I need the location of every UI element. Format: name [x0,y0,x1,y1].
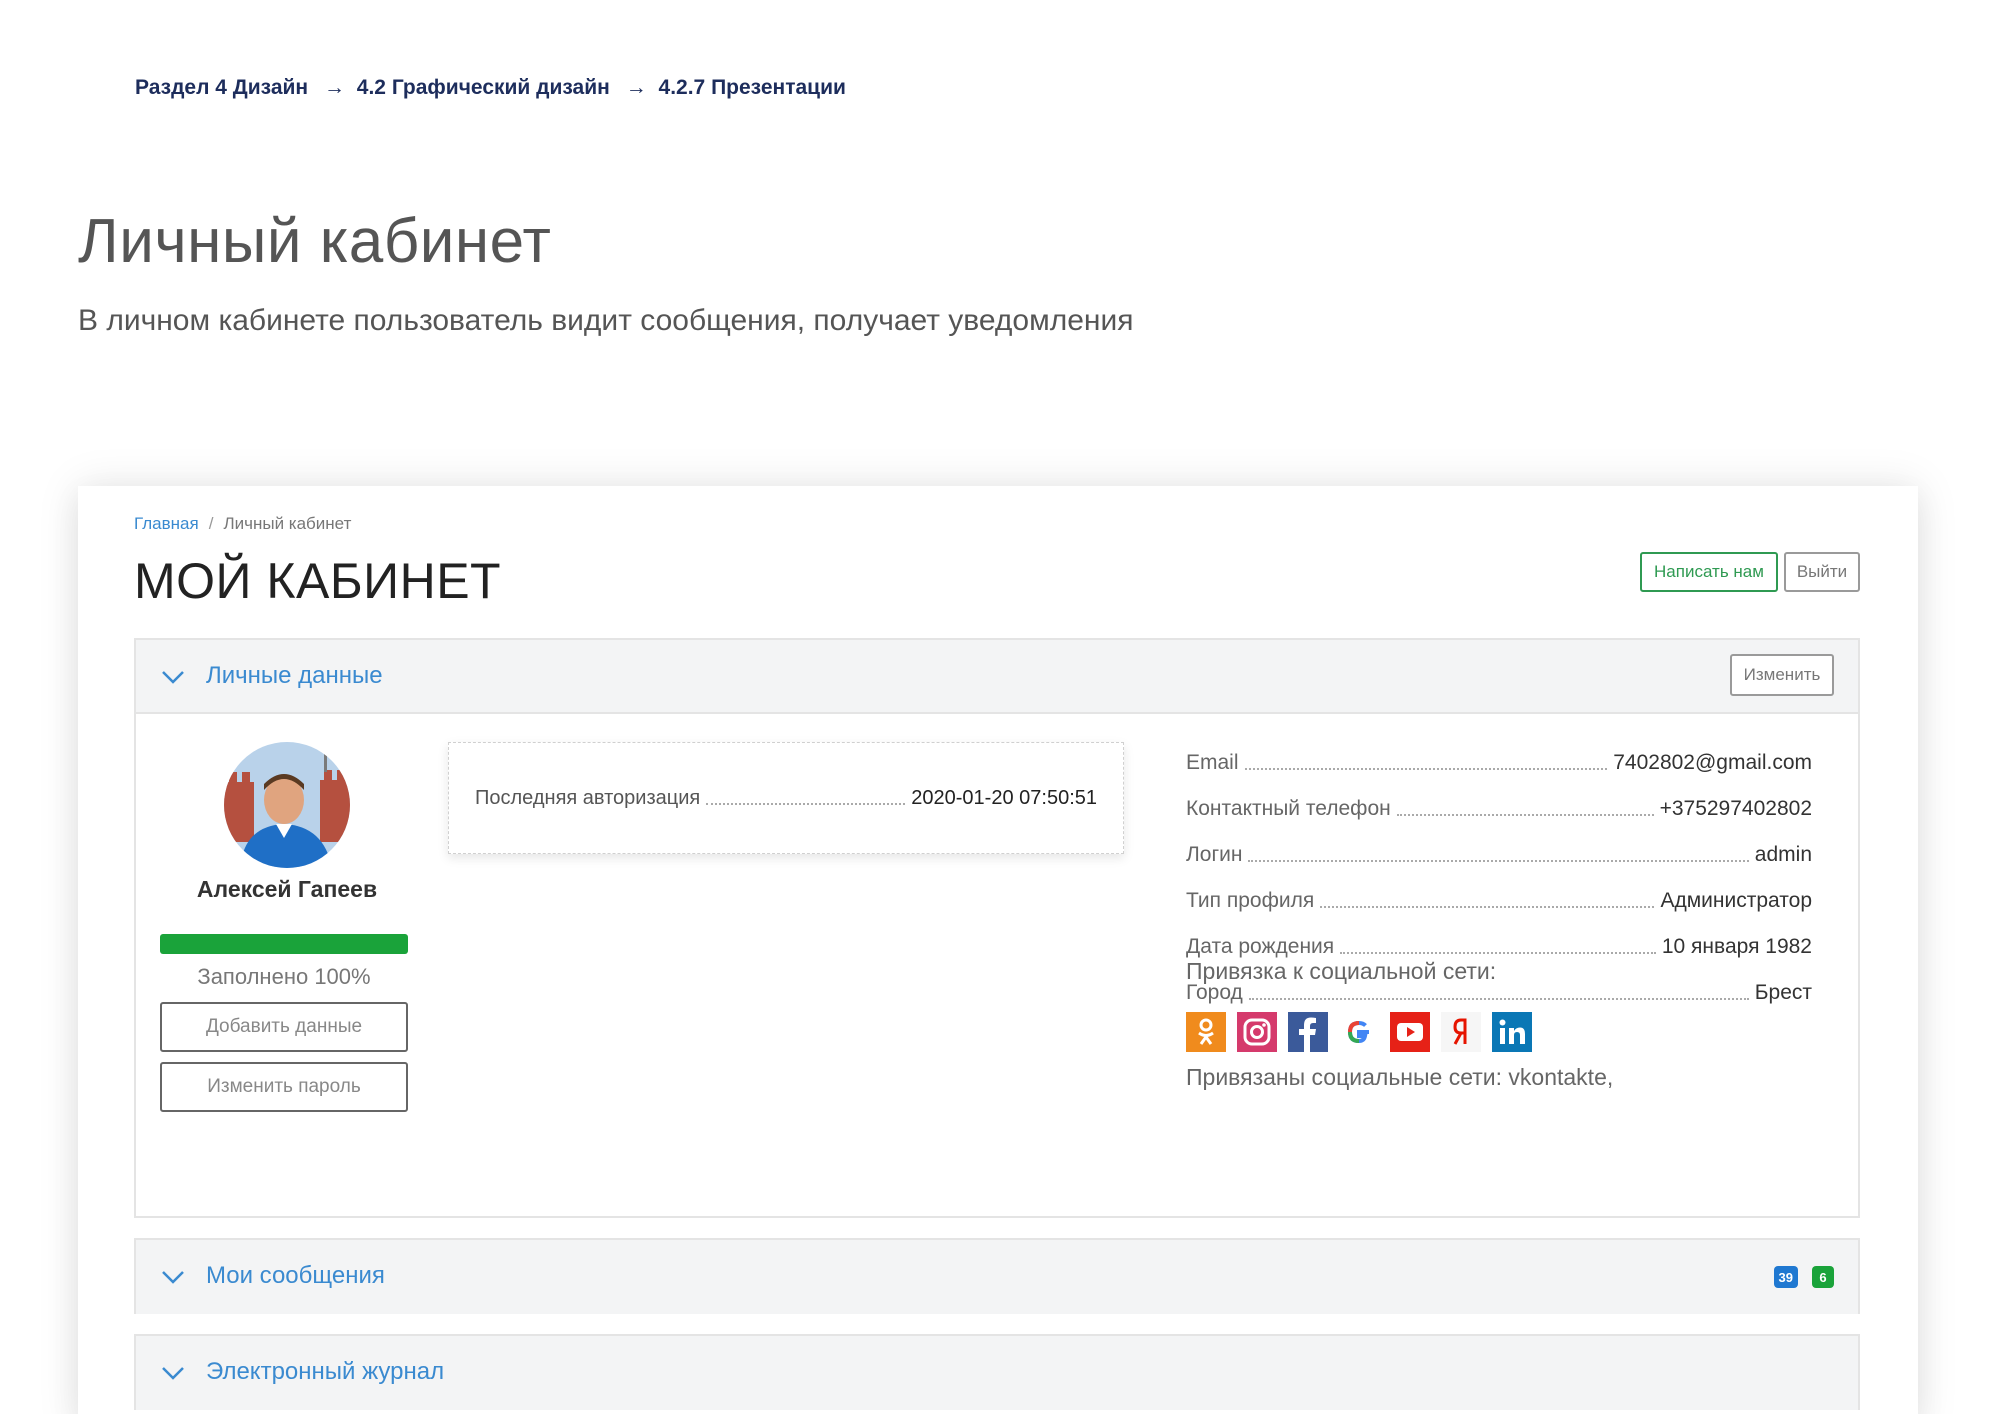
journal-panel: Электронный журнал [134,1334,1860,1410]
messages-header[interactable]: Мои сообщения 39 6 [136,1240,1858,1314]
add-data-button[interactable]: Добавить данные [160,1002,408,1052]
info-label: Email [1186,751,1239,774]
facebook-icon[interactable] [1288,1012,1328,1052]
info-value: admin [1754,843,1812,866]
document-breadcrumb: Раздел 4 Дизайн → 4.2 Графический дизайн… [135,76,846,100]
last-auth-value: 2020-01-20 07:50:51 [911,786,1097,809]
info-value: 7402802@gmail.com [1613,751,1812,774]
linkedin-icon[interactable] [1492,1012,1532,1052]
info-row-login: Логин admin [1186,832,1812,878]
info-value: Администратор [1660,889,1812,912]
info-label: Логин [1186,843,1243,866]
profile-progress-bar [160,934,408,954]
info-label: Контактный телефон [1186,797,1391,820]
edit-button[interactable]: Изменить [1730,654,1834,696]
linked-networks-text: Привязаны социальные сети: vkontakte, [1186,1064,1614,1090]
chevron-down-icon [162,671,184,684]
breadcrumb-separator: / [208,514,214,533]
google-icon[interactable] [1339,1012,1379,1052]
odnoklassniki-icon[interactable] [1186,1012,1226,1052]
message-badges: 39 6 [1773,1266,1834,1288]
messages-panel: Мои сообщения 39 6 [134,1238,1860,1314]
personal-data-title: Личные данные [206,662,383,689]
dotted-leader [1248,998,1749,1000]
cabinet-title: МОЙ КАБИНЕТ [134,553,502,609]
journal-title: Электронный журнал [206,1358,445,1385]
avatar [224,742,350,868]
info-label: Дата рождения [1186,935,1335,958]
info-row-phone: Контактный телефон +375297402802 [1186,786,1812,832]
dotted-leader [706,803,906,805]
personal-data-panel: Личные данные Изменить Алексей Гапеев За… [134,638,1860,1218]
chevron-down-icon [162,1271,184,1284]
unread-count-badge: 39 [1773,1266,1798,1288]
social-icons [1186,1012,1532,1052]
cabinet-screen: Главная / Личный кабинет МОЙ КАБИНЕТ Напис… [78,486,1918,1414]
youtube-icon[interactable] [1390,1012,1430,1052]
chevron-down-icon [162,1367,184,1380]
dotted-leader [1396,814,1654,816]
dotted-leader [1320,906,1655,908]
info-row-email: Email 7402802@gmail.com [1186,740,1812,786]
progress-fill [160,934,408,954]
yandex-icon[interactable] [1441,1012,1481,1052]
last-auth-label: Последняя авторизация [475,786,701,809]
last-auth-card: Последняя авторизация 2020-01-20 07:50:5… [448,742,1124,854]
page-title: Личный кабинет [78,207,552,276]
breadcrumb-current: Личный кабинет [223,514,352,533]
instagram-icon[interactable] [1237,1012,1277,1052]
info-value: +375297402802 [1659,797,1812,820]
info-value: Брест [1754,981,1812,1004]
journal-header[interactable]: Электронный журнал [136,1336,1858,1410]
change-password-button[interactable]: Изменить пароль [160,1062,408,1112]
breadcrumb: Главная / Личный кабинет [134,514,351,534]
write-us-button[interactable]: Написать нам [1640,552,1778,592]
messages-title: Мои сообщения [206,1262,385,1289]
new-count-badge: 6 [1812,1266,1834,1288]
breadcrumb-home-link[interactable]: Главная [134,514,199,533]
page-subtitle: В личном кабинете пользователь видит соо… [78,304,1134,337]
info-value: 10 января 1982 [1661,935,1812,958]
user-name: Алексей Гапеев [196,876,378,902]
social-binding-title: Привязка к социальной сети: [1186,958,1497,984]
progress-label: Заполнено 100% [197,964,371,989]
doc-breadcrumb-item: Раздел 4 Дизайн [135,76,309,99]
dotted-leader [1248,860,1749,862]
doc-breadcrumb-item: 4.2 Графический дизайн [356,76,610,99]
info-label: Тип профиля [1186,889,1315,912]
doc-breadcrumb-separator: → [625,76,647,99]
logout-button[interactable]: Выйти [1784,552,1860,592]
dotted-leader [1340,952,1656,954]
doc-breadcrumb-item: 4.2.7 Презентации [658,76,846,99]
doc-breadcrumb-separator: → [323,76,345,99]
personal-data-header[interactable]: Личные данные Изменить [136,640,1858,714]
info-row-profile-type: Тип профиля Администратор [1186,878,1812,924]
dotted-leader [1244,768,1608,770]
